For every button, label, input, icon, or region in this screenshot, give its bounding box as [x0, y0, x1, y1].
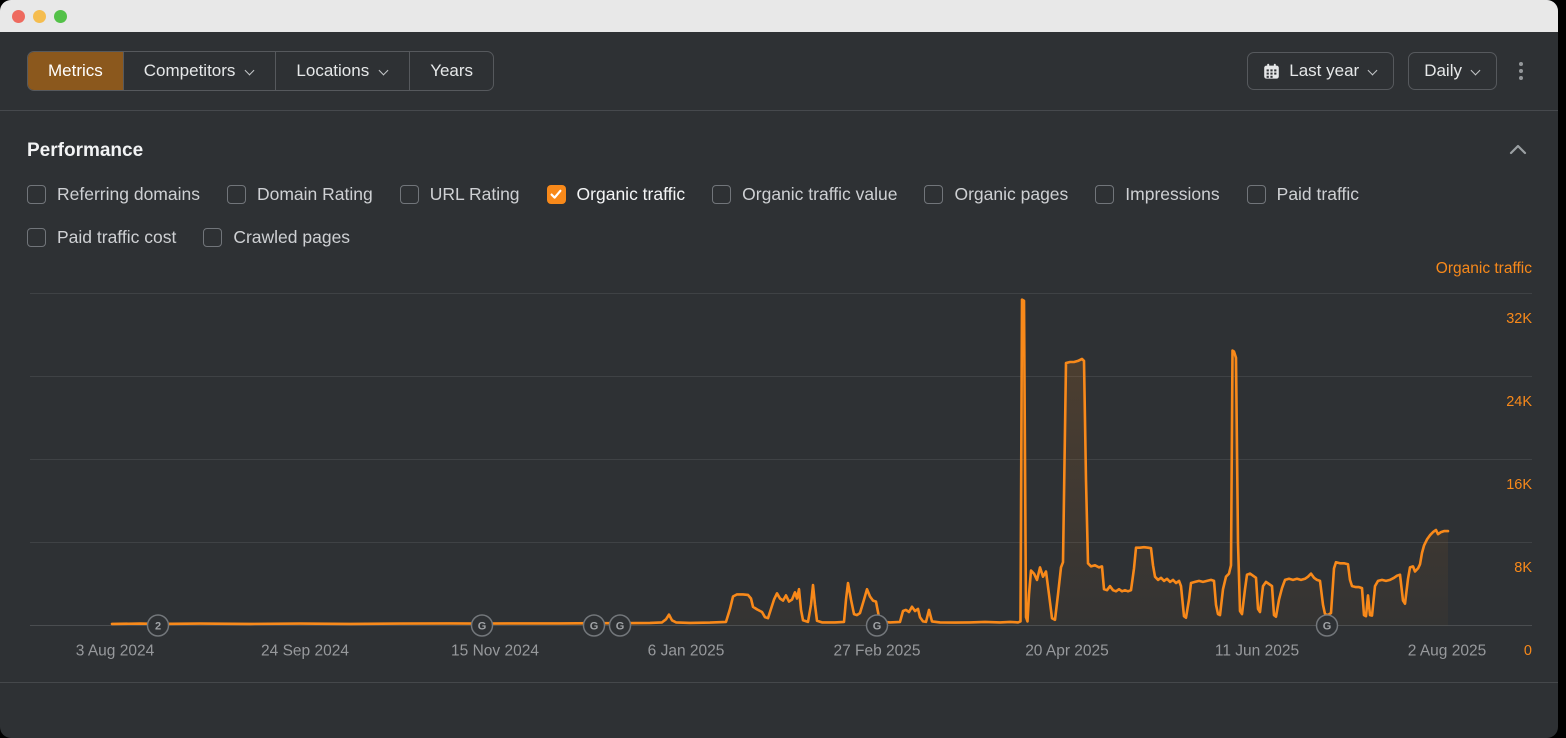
- metric-label: Paid traffic: [1277, 184, 1359, 205]
- checkbox-unchecked-icon[interactable]: [924, 185, 943, 204]
- organic-traffic-chart: 32K 24K 16K 8K 0 Organic traffic 3 Aug 2024 24 …: [0, 250, 1558, 682]
- tab-competitors[interactable]: Competitors: [123, 52, 276, 90]
- metric-checkbox-paid-traffic[interactable]: Paid traffic: [1247, 184, 1359, 205]
- y-axis-tick: 16K: [1506, 477, 1532, 493]
- y-axis-tick: 0: [1524, 643, 1532, 659]
- metric-label: Organic traffic value: [742, 184, 897, 205]
- collapse-section-button[interactable]: [1505, 139, 1531, 162]
- checkbox-unchecked-icon[interactable]: [27, 185, 46, 204]
- x-axis-tick: 2 Aug 2025: [1408, 643, 1486, 660]
- section-bottom-divider: [0, 682, 1558, 683]
- toolbar-right: Last year Daily: [1247, 52, 1531, 90]
- metric-label: Referring domains: [57, 184, 200, 205]
- checkbox-unchecked-icon[interactable]: [400, 185, 419, 204]
- tab-locations[interactable]: Locations: [275, 52, 409, 90]
- x-axis-tick: 24 Sep 2024: [261, 643, 349, 660]
- tab-label: Metrics: [48, 61, 103, 81]
- tab-years[interactable]: Years: [409, 52, 493, 90]
- metric-checkbox-paid-traffic-cost[interactable]: Paid traffic cost: [27, 227, 176, 248]
- tab-label: Competitors: [144, 61, 236, 81]
- metric-label: Organic pages: [954, 184, 1068, 205]
- metric-checkbox-list: Referring domains Domain Rating URL Rating…: [0, 162, 1520, 248]
- metric-checkbox-organic-traffic-value[interactable]: Organic traffic value: [712, 184, 897, 205]
- titlebar: [0, 0, 1558, 32]
- chevron-down-icon: [379, 64, 389, 74]
- axis-event-marker-label: G: [590, 621, 599, 633]
- metric-label: Paid traffic cost: [57, 227, 176, 248]
- metric-label: URL Rating: [430, 184, 520, 205]
- checkbox-unchecked-icon[interactable]: [27, 228, 46, 247]
- checkbox-unchecked-icon[interactable]: [1095, 185, 1114, 204]
- metric-checkbox-crawled-pages[interactable]: Crawled pages: [203, 227, 350, 248]
- metric-checkbox-impressions[interactable]: Impressions: [1095, 184, 1219, 205]
- toolbar: Metrics Competitors Locations Years: [0, 32, 1558, 110]
- metric-label: Domain Rating: [257, 184, 373, 205]
- tab-metrics[interactable]: Metrics: [28, 52, 123, 90]
- x-axis-tick: 20 Apr 2025: [1025, 643, 1109, 660]
- checkbox-unchecked-icon[interactable]: [203, 228, 222, 247]
- chevron-up-icon: [1509, 144, 1527, 155]
- metric-checkbox-organic-pages[interactable]: Organic pages: [924, 184, 1068, 205]
- metric-checkbox-organic-traffic[interactable]: Organic traffic: [547, 184, 686, 205]
- checkbox-unchecked-icon[interactable]: [1247, 185, 1266, 204]
- zoom-button[interactable]: [54, 10, 67, 23]
- metric-label: Impressions: [1125, 184, 1219, 205]
- y-axis-tick: 32K: [1506, 311, 1532, 327]
- tab-label: Years: [430, 61, 473, 81]
- y-axis-tick: 8K: [1514, 560, 1532, 576]
- metric-checkbox-domain-rating[interactable]: Domain Rating: [227, 184, 373, 205]
- axis-event-marker-label: G: [616, 621, 625, 633]
- tab-label: Locations: [296, 61, 369, 81]
- chevron-down-icon: [245, 64, 255, 74]
- kebab-icon: [1519, 62, 1523, 66]
- checkbox-unchecked-icon[interactable]: [227, 185, 246, 204]
- granularity-label: Daily: [1424, 61, 1462, 81]
- section-title: Performance: [27, 140, 143, 162]
- view-tabs: Metrics Competitors Locations Years: [27, 51, 494, 91]
- axis-event-marker-label: G: [478, 621, 487, 633]
- performance-header: Performance: [0, 111, 1558, 162]
- chart-legend: Organic traffic: [1436, 260, 1532, 277]
- axis-event-marker-label: 2: [155, 621, 161, 633]
- more-menu-button[interactable]: [1511, 56, 1531, 86]
- granularity-button[interactable]: Daily: [1408, 52, 1497, 90]
- y-axis-tick: 24K: [1506, 394, 1532, 410]
- x-axis-tick: 6 Jan 2025: [648, 643, 725, 660]
- metric-label: Crawled pages: [233, 227, 350, 248]
- x-axis-tick: 11 Jun 2025: [1215, 643, 1299, 660]
- calendar-icon: [1263, 63, 1280, 80]
- metric-checkbox-referring-domains[interactable]: Referring domains: [27, 184, 200, 205]
- x-axis-tick: 27 Feb 2025: [833, 643, 920, 660]
- metric-checkbox-url-rating[interactable]: URL Rating: [400, 184, 520, 205]
- checkbox-unchecked-icon[interactable]: [712, 185, 731, 204]
- x-axis-tick: 3 Aug 2024: [76, 643, 155, 660]
- traffic-lights: [12, 10, 67, 23]
- axis-event-marker-label: G: [1323, 621, 1332, 633]
- metric-label: Organic traffic: [577, 184, 686, 205]
- app-window: Metrics Competitors Locations Years: [0, 0, 1558, 738]
- checkbox-checked-icon[interactable]: [547, 185, 566, 204]
- x-axis-tick: 15 Nov 2024: [451, 643, 539, 660]
- date-range-label: Last year: [1289, 61, 1359, 81]
- chevron-down-icon: [1471, 64, 1481, 74]
- minimize-button[interactable]: [33, 10, 46, 23]
- date-range-button[interactable]: Last year: [1247, 52, 1394, 90]
- axis-event-marker-label: G: [873, 621, 882, 633]
- chevron-down-icon: [1368, 64, 1378, 74]
- close-button[interactable]: [12, 10, 25, 23]
- organic-traffic-line: [112, 300, 1448, 624]
